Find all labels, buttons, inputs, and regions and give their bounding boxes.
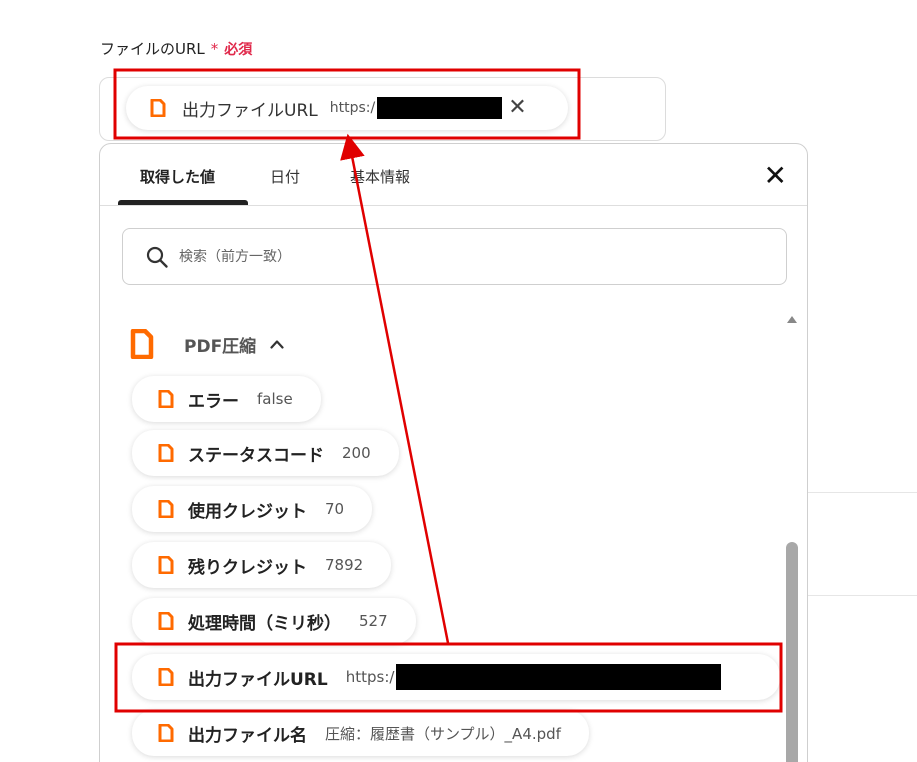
list-item[interactable]: 出力ファイル名 圧縮：履歴書（サンプル）_A4.pdf [132,710,589,756]
item-label: エラー [188,391,239,412]
document-icon [158,668,174,686]
group-label: PDF圧縮 [184,336,257,357]
item-value: 200 [342,444,371,462]
item-value: false [257,390,293,408]
tab-bar: 取得した値 日付 基本情報 ✕ [100,144,807,206]
group-pdf-compress[interactable]: PDF圧縮 [130,329,284,359]
search-box[interactable] [122,228,787,285]
item-value: 7892 [325,556,364,574]
tab-date[interactable]: 日付 [270,166,300,187]
field-label: ファイルのURL * 必須 [100,38,252,59]
remove-chip-icon[interactable]: ✕ [508,97,526,119]
background-divider [808,492,917,493]
selected-value-chip[interactable]: 出力ファイルURL https:/ ✕ [126,86,568,130]
list-item[interactable]: エラー false [132,376,321,422]
item-label: 出力ファイル名 [188,725,307,746]
field-label-text: ファイルのURL [100,40,205,58]
redacted-block [377,97,503,119]
item-label: 残りクレジット [188,557,307,578]
document-icon [158,556,174,574]
tab-basic-info[interactable]: 基本情報 [350,166,410,187]
list-item[interactable]: ステータスコード 200 [132,430,399,476]
close-panel-icon[interactable]: ✕ [764,162,787,190]
item-value: 70 [325,500,345,518]
active-tab-indicator [118,200,248,205]
chip-value: https:/ [329,100,376,116]
item-value: 527 [359,612,388,630]
scroll-up-arrow[interactable] [787,316,797,323]
item-label: 使用クレジット [188,501,307,522]
document-icon [158,444,174,462]
tab-obtained-values[interactable]: 取得した値 [140,166,215,187]
document-icon [150,99,166,117]
list-item[interactable]: 出力ファイルURL https:/ [132,654,780,700]
document-icon [158,612,174,630]
search-icon [146,246,168,268]
chevron-up-icon[interactable] [270,339,284,349]
list-item[interactable]: 処理時間（ミリ秒） 527 [132,598,416,644]
document-icon [158,500,174,518]
document-icon [130,329,154,359]
redacted-block [396,664,722,690]
list-item[interactable]: 残りクレジット 7892 [132,542,392,588]
document-icon [158,390,174,408]
scrollbar-thumb[interactable] [786,542,798,762]
item-value: 圧縮：履歴書（サンプル）_A4.pdf [325,724,561,743]
list-item[interactable]: 使用クレジット 70 [132,486,373,532]
required-star: * [210,39,219,58]
background-divider [808,595,917,596]
item-label: 処理時間（ミリ秒） [188,613,341,634]
item-value: https:/ [345,668,395,686]
search-input[interactable] [179,248,739,265]
item-label: 出力ファイルURL [188,669,328,690]
chip-label: 出力ファイルURL [182,100,318,121]
value-picker-panel: 取得した値 日付 基本情報 ✕ PDF圧縮 エラー false ステータスコード… [99,143,808,762]
required-text: 必須 [224,41,253,58]
document-icon [158,724,174,742]
item-label: ステータスコード [188,445,324,466]
